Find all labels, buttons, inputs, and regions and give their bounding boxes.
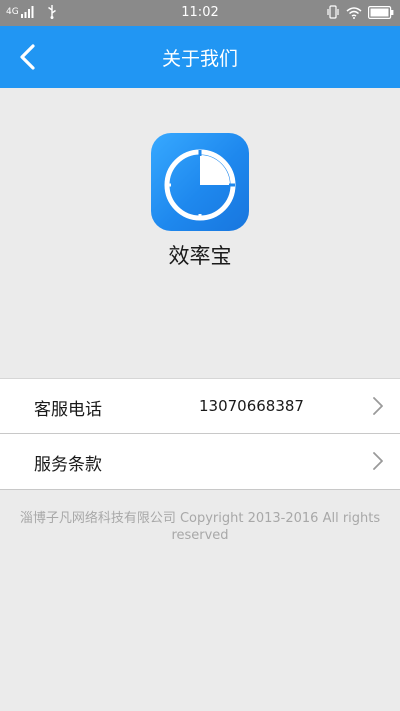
list-item-terms[interactable]: 服务条款: [0, 434, 400, 490]
list-item-label: 客服电话: [34, 400, 102, 420]
clock-icon: [164, 149, 236, 221]
info-list: 客服电话 13070668387 服务条款: [0, 378, 400, 490]
chevron-right-icon: [373, 397, 383, 415]
copyright-text: 淄博子凡网络科技有限公司 Copyright 2013-2016 All rig…: [19, 511, 381, 543]
app-name: 效率宝: [168, 244, 232, 268]
list-item-phone[interactable]: 客服电话 13070668387: [0, 378, 400, 434]
battery-icon: [368, 5, 394, 19]
chevron-right-icon: [373, 452, 383, 470]
page-title: 关于我们: [161, 48, 238, 70]
wifi-icon: [346, 6, 362, 19]
nav-bar: 关于我们: [0, 26, 400, 88]
status-bar: 4G 11:02: [0, 0, 400, 26]
vibrate-icon: [327, 5, 339, 19]
phone-number: 13070668387: [199, 397, 304, 415]
list-item-label: 服务条款: [34, 455, 102, 475]
status-right: [326, 5, 394, 19]
app-logo: [151, 133, 249, 231]
